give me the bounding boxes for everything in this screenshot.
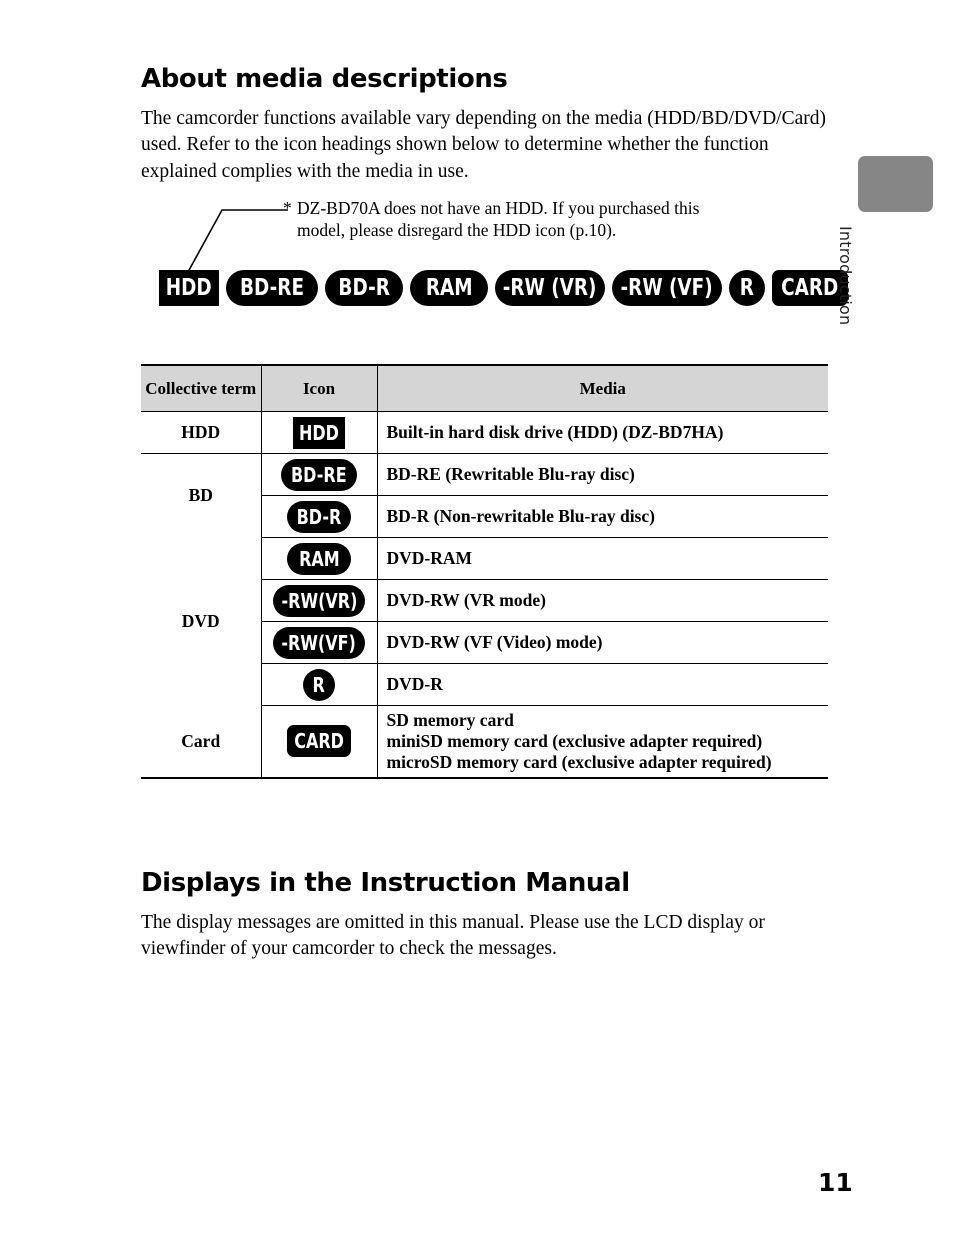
column-header-collective-term: Collective term bbox=[141, 364, 262, 412]
bd-r-icon: BD-R bbox=[287, 500, 351, 533]
rw-vf-icon: -RW(VF) bbox=[273, 626, 365, 659]
table-row: HDD HDD Built-in hard disk drive (HDD) (… bbox=[141, 411, 828, 454]
bd-re-icon: BD-RE bbox=[226, 270, 318, 306]
row-media-bd-r: BD-R (Non-rewritable Blu-ray disc) bbox=[377, 495, 828, 538]
row-icon-cell: RAM bbox=[261, 537, 378, 580]
media-line: miniSD memory card (exclusive adapter re… bbox=[386, 730, 763, 751]
column-header-media: Media bbox=[377, 364, 828, 412]
bd-re-icon: BD-RE bbox=[281, 458, 357, 491]
row-icon-cell: HDD bbox=[261, 411, 378, 454]
dvd-r-icon: R bbox=[729, 270, 765, 306]
row-media-dvd-rw-vr: DVD-RW (VR mode) bbox=[377, 579, 828, 622]
ram-icon: RAM bbox=[410, 270, 488, 306]
table-row: Card CARD SD memory card miniSD memory c… bbox=[141, 705, 828, 779]
table-row: BD BD-RE BD-RE (Rewritable Blu-ray disc) bbox=[141, 453, 828, 538]
table-header-row: Collective term Icon Media bbox=[141, 364, 828, 412]
chapter-tab-marker bbox=[858, 156, 933, 212]
rw-vr-icon: -RW (VR) bbox=[495, 270, 605, 306]
displays-paragraph: The display messages are omitted in this… bbox=[141, 911, 765, 960]
footnote-leader-line bbox=[187, 209, 288, 273]
manual-page: About media descriptions The camcorder f… bbox=[0, 0, 954, 1235]
footnote-marker: * bbox=[283, 198, 292, 218]
media-table: Collective term Icon Media HDD HDD Built… bbox=[141, 364, 828, 779]
row-icon-cell: BD-RE bbox=[261, 453, 378, 496]
row-term-bd: BD bbox=[141, 453, 262, 538]
table-row: DVD RAM DVD-RAM bbox=[141, 537, 828, 706]
ram-icon: RAM bbox=[287, 542, 351, 575]
hdd-icon: HDD bbox=[293, 416, 345, 449]
rw-vr-icon: -RW(VR) bbox=[273, 584, 365, 617]
rw-vf-icon: -RW (VF) bbox=[612, 270, 722, 306]
row-term-dvd: DVD bbox=[141, 537, 262, 706]
row-icon-cell: -RW(VF) bbox=[261, 621, 378, 664]
footnote: * DZ-BD70A does not have an HDD. If you … bbox=[283, 197, 703, 241]
card-icon: CARD bbox=[287, 725, 351, 758]
row-media-card: SD memory card miniSD memory card (exclu… bbox=[377, 705, 828, 779]
row-media-dvd-rw-vf: DVD-RW (VF (Video) mode) bbox=[377, 621, 828, 664]
dvd-r-icon: R bbox=[303, 668, 335, 701]
column-header-icon: Icon bbox=[261, 364, 378, 412]
row-media-bd-re: BD-RE (Rewritable Blu-ray disc) bbox=[377, 453, 828, 496]
page-title: About media descriptions bbox=[141, 64, 508, 95]
row-icon-cell: BD-R bbox=[261, 495, 378, 538]
media-icon-strip: HDD BD-RE BD-R RAM -RW (VR) -RW (VF) R C… bbox=[159, 270, 848, 306]
section-title-displays: Displays in the Instruction Manual bbox=[141, 868, 630, 899]
row-media-dvd-ram: DVD-RAM bbox=[377, 537, 828, 580]
row-media-dvd-r: DVD-R bbox=[377, 663, 828, 706]
media-line: SD memory card bbox=[386, 709, 514, 730]
row-term-card: Card bbox=[141, 705, 262, 779]
media-line: microSD memory card (exclusive adapter r… bbox=[386, 751, 772, 772]
row-icon-cell: -RW(VR) bbox=[261, 579, 378, 622]
row-icon-cell: R bbox=[261, 663, 378, 706]
page-number: 11 bbox=[818, 1168, 853, 1197]
bd-r-icon: BD-R bbox=[325, 270, 403, 306]
chapter-tab-label: Introduction bbox=[836, 226, 855, 325]
footnote-text: DZ-BD70A does not have an HDD. If you pu… bbox=[297, 198, 700, 240]
row-term-hdd: HDD bbox=[141, 411, 262, 454]
row-media-hdd: Built-in hard disk drive (HDD) (DZ-BD7HA… bbox=[377, 411, 828, 454]
intro-paragraph: The camcorder functions available vary d… bbox=[141, 107, 826, 182]
hdd-icon: HDD bbox=[159, 270, 219, 306]
row-icon-cell: CARD bbox=[261, 705, 378, 779]
